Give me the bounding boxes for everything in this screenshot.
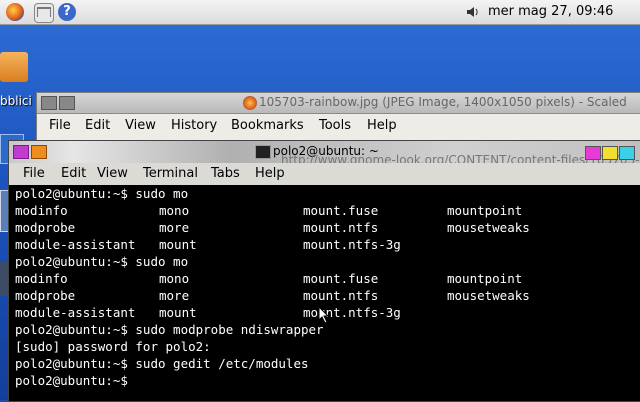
terminal-completion-item: modinfo: [15, 271, 68, 286]
terminal-line: modprobe more mount.ntfs mousetweaks: [15, 287, 640, 304]
desktop-icon-label: bblici: [0, 94, 32, 108]
menu-edit[interactable]: Edit: [85, 118, 110, 133]
restore-button[interactable]: [619, 146, 635, 160]
terminal-line-text: [sudo] password for polo2:: [15, 339, 211, 354]
terminal-completion-item: mount.ntfs: [303, 288, 379, 303]
menu-bookmarks[interactable]: Bookmarks: [231, 118, 304, 133]
volume-icon[interactable]: [466, 5, 480, 19]
terminal-completion-item: mono: [159, 271, 190, 286]
maximize-button[interactable]: [602, 146, 618, 160]
terminal-completion-item: modinfo: [15, 203, 68, 218]
terminal-completion-item: more: [159, 288, 190, 303]
terminal-completion-item: mousetweaks: [447, 220, 530, 235]
window-menu-button[interactable]: [41, 96, 57, 110]
terminal-line: modinfo mono mount.fuse mountpoint: [15, 202, 640, 219]
terminal-line: modprobe more mount.ntfs mousetweaks: [15, 219, 640, 236]
minimize-button[interactable]: [585, 146, 601, 160]
folder-icon[interactable]: [0, 52, 28, 82]
terminal-completion-item: mountpoint: [447, 203, 523, 218]
menu-help[interactable]: Help: [367, 118, 397, 133]
terminal-icon: [255, 145, 271, 159]
terminal-line-text: polo2@ubuntu:~$: [15, 373, 128, 388]
terminal-line-text: polo2@ubuntu:~$ sudo gedit /etc/modules: [15, 356, 309, 371]
terminal-completion-item: mousetweaks: [447, 288, 530, 303]
terminal-titlebar[interactable]: polo2@ubuntu: ~ http://www.gnome-look.or…: [9, 141, 640, 179]
terminal-menubar: File Edit View Terminal Tabs Help: [9, 163, 640, 186]
terminal-completion-item: mount.ntfs: [303, 220, 379, 235]
terminal-line: polo2@ubuntu:~$ sudo mo: [15, 185, 640, 202]
terminal-completion-item: modprobe: [15, 220, 76, 235]
terminal-line-text: polo2@ubuntu:~$ sudo mo: [15, 254, 189, 269]
menu-view[interactable]: View: [97, 166, 128, 181]
terminal-screen[interactable]: polo2@ubuntu:~$ sudo mo modinfo mono mount.…: [9, 185, 640, 401]
menu-tools[interactable]: Tools: [319, 118, 351, 133]
menu-view[interactable]: View: [125, 118, 156, 133]
terminal-completion-item: mountpoint: [447, 271, 523, 286]
menu-tabs[interactable]: Tabs: [211, 166, 240, 181]
firefox-icon[interactable]: [6, 3, 24, 21]
terminal-completion-item: mount.fuse: [303, 271, 379, 286]
terminal-completion-item: mount: [159, 237, 197, 252]
terminal-completion-item: mount.ntfs-3g: [303, 237, 401, 252]
window-menu-button[interactable]: [13, 145, 29, 159]
menu-help[interactable]: Help: [255, 166, 285, 181]
terminal-completion-item: module-assistant: [15, 237, 136, 252]
terminal-completion-item: mono: [159, 203, 190, 218]
terminal-completion-item: more: [159, 220, 190, 235]
terminal-line: [sudo] password for polo2:: [15, 338, 640, 355]
terminal-line: polo2@ubuntu:~$ sudo gedit /etc/modules: [15, 355, 640, 372]
window-shade-button[interactable]: [59, 96, 75, 110]
firefox-menubar: File Edit View History Bookmarks Tools H…: [37, 114, 640, 138]
terminal-line-text: polo2@ubuntu:~$ sudo mo: [15, 186, 189, 201]
terminal-line: polo2@ubuntu:~$: [15, 372, 640, 389]
terminal-line-text: polo2@ubuntu:~$ sudo modprobe ndiswrappe…: [15, 322, 324, 337]
top-panel: ? mer mag 27, 09:46: [0, 0, 640, 25]
terminal-line: modinfo mono mount.fuse mountpoint: [15, 270, 640, 287]
firefox-icon: [243, 96, 257, 110]
menu-file[interactable]: File: [49, 118, 71, 133]
mail-icon[interactable]: [34, 3, 54, 23]
terminal-completion-item: mount.fuse: [303, 203, 379, 218]
menu-edit[interactable]: Edit: [61, 166, 86, 181]
firefox-titlebar[interactable]: 105703-rainbow.jpg (JPEG Image, 1400x105…: [37, 93, 640, 114]
terminal-window[interactable]: polo2@ubuntu: ~ http://www.gnome-look.or…: [8, 140, 640, 402]
help-icon[interactable]: ?: [58, 3, 76, 21]
terminal-completion-item: modprobe: [15, 288, 76, 303]
firefox-window-title: 105703-rainbow.jpg (JPEG Image, 1400x105…: [259, 95, 627, 109]
window-shade-button[interactable]: [31, 145, 47, 159]
panel-clock[interactable]: mer mag 27, 09:46: [488, 4, 613, 19]
terminal-line: polo2@ubuntu:~$ sudo mo: [15, 253, 640, 270]
menu-file[interactable]: File: [23, 166, 45, 181]
terminal-completion-item: mount: [159, 305, 197, 320]
menu-terminal[interactable]: Terminal: [143, 166, 198, 181]
terminal-line: module-assistant mount mount.ntfs-3g: [15, 236, 640, 253]
menu-history[interactable]: History: [171, 118, 217, 133]
terminal-completion-item: module-assistant: [15, 305, 136, 320]
